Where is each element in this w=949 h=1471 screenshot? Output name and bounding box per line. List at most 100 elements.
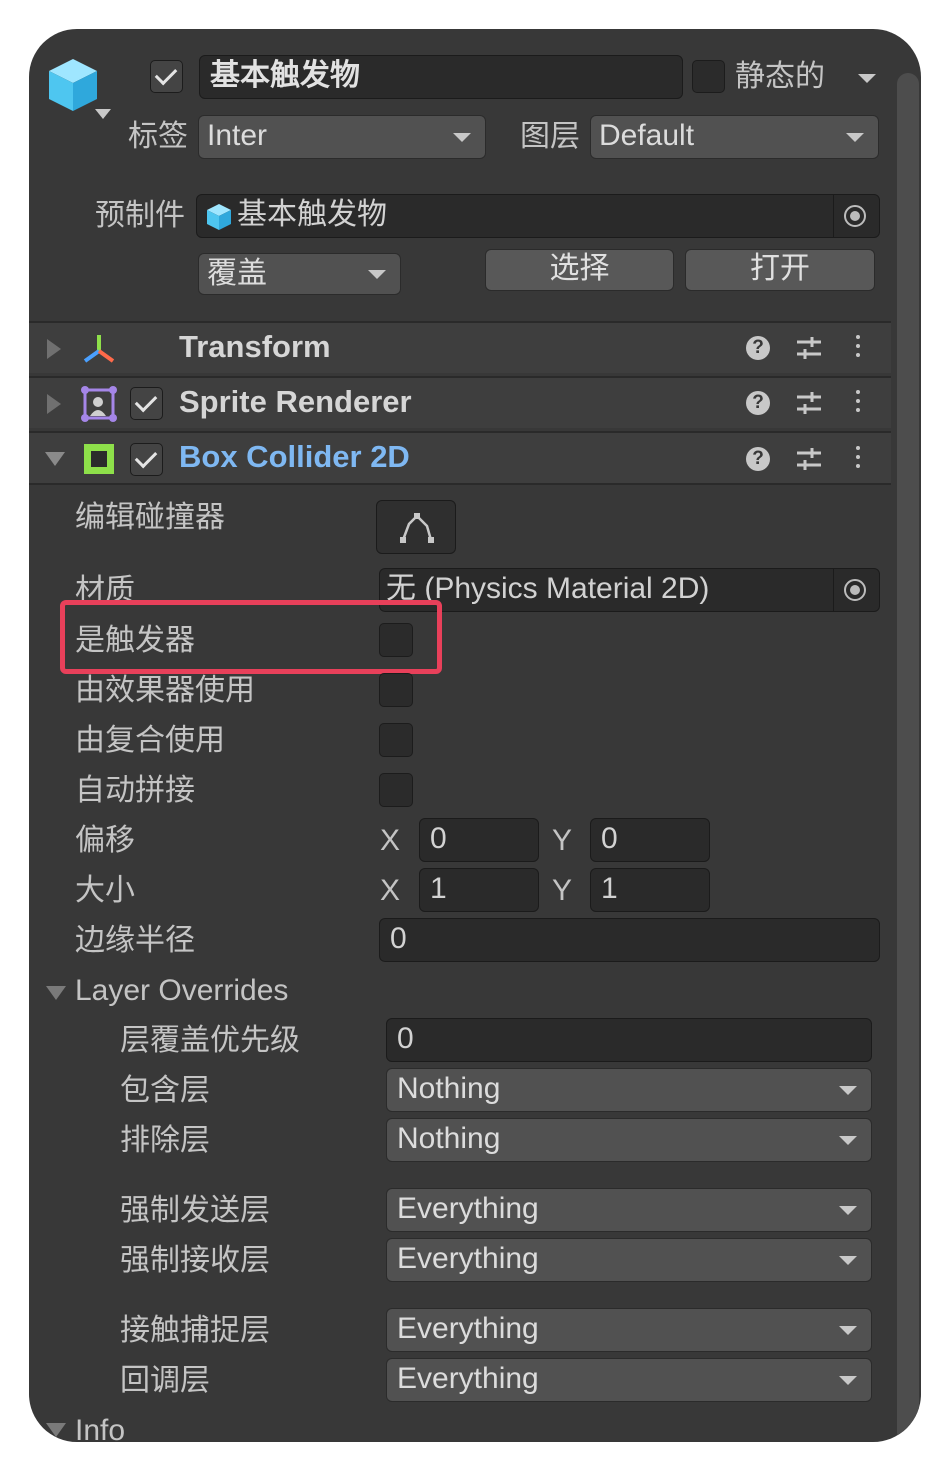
select-prefab-button[interactable]: 选择 <box>485 249 674 291</box>
chevron-down-icon <box>368 270 386 279</box>
info-foldout[interactable]: Info <box>75 1411 125 1442</box>
component-title: Transform <box>179 329 331 364</box>
offset-y-field[interactable]: 0 <box>590 818 710 862</box>
collapse-arrow-icon[interactable] <box>45 452 65 466</box>
contact-capture-layers-dropdown[interactable]: Everything <box>386 1308 872 1352</box>
presets-icon[interactable] <box>795 446 823 472</box>
layer-label: 图层 <box>520 120 580 153</box>
exclude-layers-value: Nothing <box>397 1122 501 1155</box>
chevron-down-icon <box>839 1206 857 1215</box>
static-dropdown-icon[interactable] <box>858 74 876 83</box>
expand-arrow-icon[interactable] <box>47 339 61 359</box>
callback-layers-value: Everything <box>397 1362 539 1395</box>
inspector-window: 基本触发物 静态的 标签 Inter 图层 Default 预制件 基本触发物 … <box>29 29 921 1442</box>
more-options-icon[interactable] <box>856 390 860 417</box>
include-layers-dropdown[interactable]: Nothing <box>386 1068 872 1112</box>
auto-tiling-checkbox[interactable] <box>379 773 413 807</box>
offset-x-field[interactable]: 0 <box>419 818 539 862</box>
presets-icon[interactable] <box>795 335 823 361</box>
tag-dropdown[interactable]: Inter <box>198 115 486 159</box>
prefab-cube-icon <box>207 204 231 230</box>
size-y-axis-label: Y <box>552 874 573 907</box>
edge-radius-label: 边缘半径 <box>75 924 195 957</box>
force-send-layers-label: 强制发送层 <box>120 1194 270 1227</box>
gameobject-cube-icon <box>49 59 97 111</box>
box-collider-2d-header[interactable]: Box Collider 2D ? <box>29 431 891 485</box>
edge-radius-field[interactable]: 0 <box>379 918 880 962</box>
name-field[interactable]: 基本触发物 <box>199 55 683 99</box>
prefab-label: 预制件 <box>95 199 185 232</box>
static-label: 静态的 <box>735 60 825 93</box>
offset-x-axis-label: X <box>380 824 401 857</box>
presets-icon[interactable] <box>795 390 823 416</box>
material-field[interactable]: 无 (Physics Material 2D) <box>379 568 880 612</box>
more-options-icon[interactable] <box>856 446 860 473</box>
size-label: 大小 <box>75 874 135 907</box>
transform-header[interactable]: Transform ? <box>29 321 891 373</box>
exclude-layers-label: 排除层 <box>120 1124 210 1157</box>
transform-axis-icon <box>83 335 115 363</box>
callback-layers-label: 回调层 <box>120 1364 210 1397</box>
icon-dropdown-icon[interactable] <box>95 109 111 119</box>
layer-override-priority-field[interactable]: 0 <box>386 1018 872 1062</box>
material-field-divider <box>833 569 834 611</box>
force-send-layers-value: Everything <box>397 1192 539 1225</box>
static-checkbox[interactable] <box>692 60 725 93</box>
highlight-box <box>60 600 442 674</box>
collapse-arrow-icon[interactable] <box>46 1423 66 1437</box>
include-layers-label: 包含层 <box>120 1074 210 1107</box>
open-prefab-button[interactable]: 打开 <box>685 249 875 291</box>
force-receive-layers-label: 强制接收层 <box>120 1244 270 1277</box>
layer-overrides-foldout[interactable]: Layer Overrides <box>75 971 288 1011</box>
help-icon[interactable]: ? <box>746 336 770 360</box>
force-send-layers-dropdown[interactable]: Everything <box>386 1188 872 1232</box>
used-by-effector-label: 由效果器使用 <box>75 674 255 707</box>
edit-collider-button[interactable] <box>376 500 456 554</box>
help-icon[interactable]: ? <box>746 447 770 471</box>
object-picker-icon[interactable] <box>844 205 866 227</box>
component-title: Sprite Renderer <box>179 384 412 419</box>
callback-layers-dropdown[interactable]: Everything <box>386 1358 872 1402</box>
edit-shape-icon <box>400 513 434 543</box>
edit-collider-label: 编辑碰撞器 <box>75 501 225 534</box>
component-enabled-checkbox[interactable] <box>130 387 163 420</box>
prefab-value: 基本触发物 <box>237 198 387 231</box>
layer-dropdown[interactable]: Default <box>590 115 879 159</box>
size-x-field[interactable]: 1 <box>419 868 539 912</box>
chevron-down-icon <box>839 1256 857 1265</box>
layer-dropdown-value: Default <box>599 119 695 152</box>
include-layers-value: Nothing <box>397 1072 501 1105</box>
prefab-field-divider <box>833 195 834 237</box>
force-receive-layers-dropdown[interactable]: Everything <box>386 1238 872 1282</box>
used-by-effector-checkbox[interactable] <box>379 673 413 707</box>
chevron-down-icon <box>839 1376 857 1385</box>
chevron-down-icon <box>846 133 864 142</box>
collapse-arrow-icon[interactable] <box>46 986 66 1000</box>
vertical-scrollbar[interactable] <box>897 73 919 1442</box>
size-x-axis-label: X <box>380 874 401 907</box>
object-picker-icon[interactable] <box>844 579 866 601</box>
exclude-layers-dropdown[interactable]: Nothing <box>386 1118 872 1162</box>
chevron-down-icon <box>453 133 471 142</box>
tag-dropdown-value: Inter <box>207 119 268 152</box>
tag-label: 标签 <box>128 120 188 153</box>
used-by-composite-label: 由复合使用 <box>75 724 225 757</box>
overrides-dropdown[interactable]: 覆盖 <box>198 253 401 295</box>
offset-y-axis-label: Y <box>552 824 573 857</box>
contact-capture-layers-label: 接触捕捉层 <box>120 1314 270 1347</box>
chevron-down-icon <box>839 1086 857 1095</box>
active-checkbox[interactable] <box>150 60 183 93</box>
contact-capture-layers-value: Everything <box>397 1312 539 1345</box>
layer-override-priority-label: 层覆盖优先级 <box>120 1024 300 1057</box>
expand-arrow-icon[interactable] <box>47 394 61 414</box>
used-by-composite-checkbox[interactable] <box>379 723 413 757</box>
size-y-field[interactable]: 1 <box>590 868 710 912</box>
component-enabled-checkbox[interactable] <box>130 443 163 476</box>
overrides-label: 覆盖 <box>207 257 267 290</box>
force-receive-layers-value: Everything <box>397 1242 539 1275</box>
sprite-renderer-header[interactable]: Sprite Renderer ? <box>29 376 891 428</box>
prefab-field[interactable]: 基本触发物 <box>196 194 880 238</box>
more-options-icon[interactable] <box>856 335 860 362</box>
help-icon[interactable]: ? <box>746 391 770 415</box>
box-collider-icon <box>84 444 114 474</box>
